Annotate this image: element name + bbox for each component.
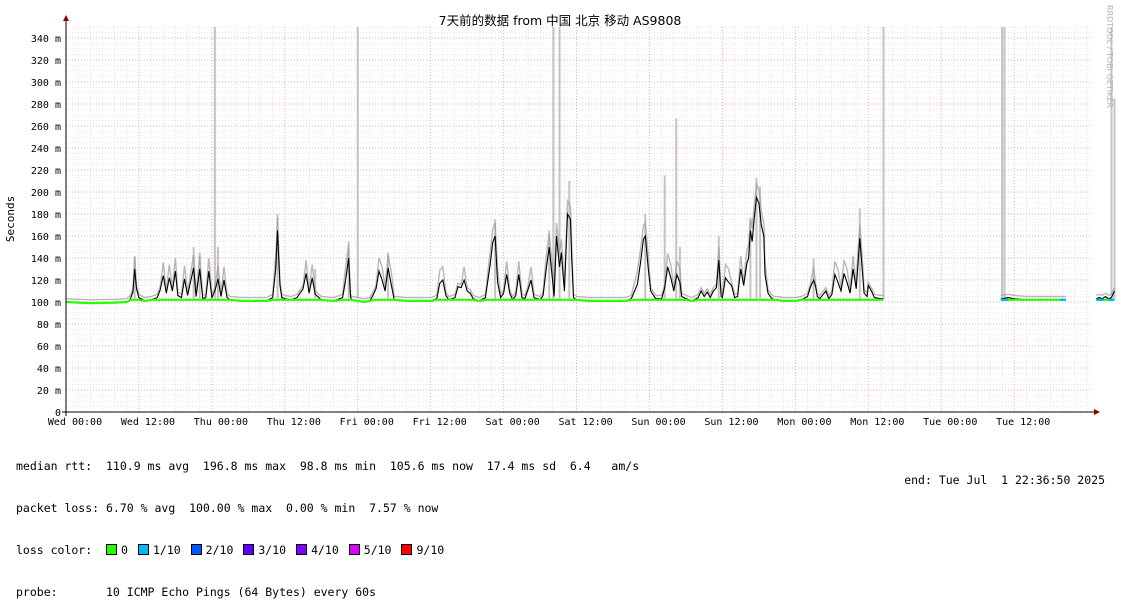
end-timestamp: end: Tue Jul 1 22:36:50 2025: [904, 473, 1105, 487]
loss-legend-label: 4/10: [311, 543, 339, 557]
y-tick-label: 180 m: [31, 210, 61, 221]
y-tick-label: 240 m: [31, 144, 61, 155]
y-axis-arrow: [63, 15, 69, 21]
loss-legend-label: 5/10: [363, 543, 392, 557]
x-tick-label: Tue 12:00: [996, 417, 1050, 428]
probe-line: probe: 10 ICMP Echo Pings (64 Bytes) eve…: [16, 585, 377, 599]
x-tick-label: Mon 00:00: [777, 417, 831, 428]
loss-legend-label: 2/10: [205, 543, 234, 557]
loss-legend-item: 1/10: [137, 543, 181, 557]
loss-color-line: loss color: 0 1/10 2/10 3/10 4/10 5/10 9/10: [16, 543, 639, 557]
legend-block: median rtt: 110.9 ms avg 196.8 ms max 98…: [16, 431, 639, 613]
loss-legend-label: 3/10: [258, 543, 287, 557]
packet-loss-line: packet loss: 6.70 % avg 100.00 % max 0.0…: [16, 501, 439, 515]
y-tick-label: 320 m: [31, 56, 61, 67]
x-tick-label: Tue 00:00: [923, 417, 977, 428]
chart-axes: [62, 15, 1100, 416]
loss-color-swatch: [296, 544, 308, 555]
loss-legend-item: 2/10: [190, 543, 234, 557]
y-tick-label: 40 m: [37, 364, 61, 375]
y-tick-label: 260 m: [31, 122, 61, 133]
loss-legend-item: 4/10: [296, 543, 339, 557]
x-tick-label: Sun 12:00: [704, 417, 758, 428]
loss-legend-label: 9/10: [416, 543, 445, 557]
loss-color-swatch: [243, 544, 255, 555]
x-tick-label: Sat 12:00: [558, 417, 612, 428]
median-rtt-line: median rtt: 110.9 ms avg 196.8 ms max 98…: [16, 459, 640, 473]
y-tick-label: 140 m: [31, 254, 61, 265]
loss-color-line-0: [65, 298, 884, 305]
loss-legend-item: 5/10: [348, 543, 392, 557]
chart-grid: [65, 26, 1092, 413]
loss-color-legend: 0 1/10 2/10 3/10 4/10 5/10 9/10: [106, 543, 454, 557]
x-axis-arrow: [1094, 409, 1100, 415]
smokeping-chart: 020 m40 m60 m80 m100 m120 m140 m160 m180…: [4, 5, 1116, 428]
loss-legend-item: 9/10: [401, 543, 444, 557]
loss-legend-label: 0: [121, 543, 128, 557]
loss-color-swatch: [190, 544, 202, 555]
x-tick-label: Wed 12:00: [121, 417, 175, 428]
smoke-band: [1000, 293, 1066, 298]
y-tick-label: 20 m: [37, 386, 61, 397]
x-tick-label: Fri 12:00: [413, 417, 467, 428]
loss-color-label: loss color:: [16, 543, 93, 557]
loss-legend-label: 1/10: [152, 543, 181, 557]
y-tick-label: 220 m: [31, 166, 61, 177]
loss-color-swatch: [106, 544, 118, 555]
x-tick-label: Sun 00:00: [631, 417, 685, 428]
loss-color-swatch: [348, 544, 360, 555]
chart-title: 7天前的数据 from 中国 北京 移动 AS9808: [439, 13, 682, 28]
loss-color-swatch: [137, 544, 149, 555]
watermark: RRDTOOL / TOBI OETIKER: [1105, 5, 1114, 108]
y-axis-label: Seconds: [4, 196, 17, 242]
smoke-layer: [65, 27, 1116, 301]
loss-legend-item: 3/10: [243, 543, 286, 557]
x-tick-label: Thu 00:00: [194, 417, 248, 428]
rtt-line-layer: [65, 195, 1116, 305]
y-tick-label: 120 m: [31, 276, 61, 287]
x-tick-label: Mon 12:00: [850, 417, 904, 428]
y-tick-label: 160 m: [31, 232, 61, 243]
loss-legend-item: 0: [106, 543, 128, 557]
y-tick-label: 100 m: [31, 298, 61, 309]
y-tick-label: 200 m: [31, 188, 61, 199]
loss-color-swatch: [401, 544, 413, 555]
y-tick-label: 300 m: [31, 78, 61, 89]
x-tick-label: Thu 12:00: [267, 417, 321, 428]
x-tick-label: Sat 00:00: [486, 417, 540, 428]
y-tick-label: 280 m: [31, 100, 61, 111]
y-tick-label: 340 m: [31, 34, 61, 45]
y-tick-label: 80 m: [37, 320, 61, 331]
x-tick-label: Fri 00:00: [340, 417, 394, 428]
y-tick-label: 60 m: [37, 342, 61, 353]
x-tick-label: Wed 00:00: [48, 417, 102, 428]
